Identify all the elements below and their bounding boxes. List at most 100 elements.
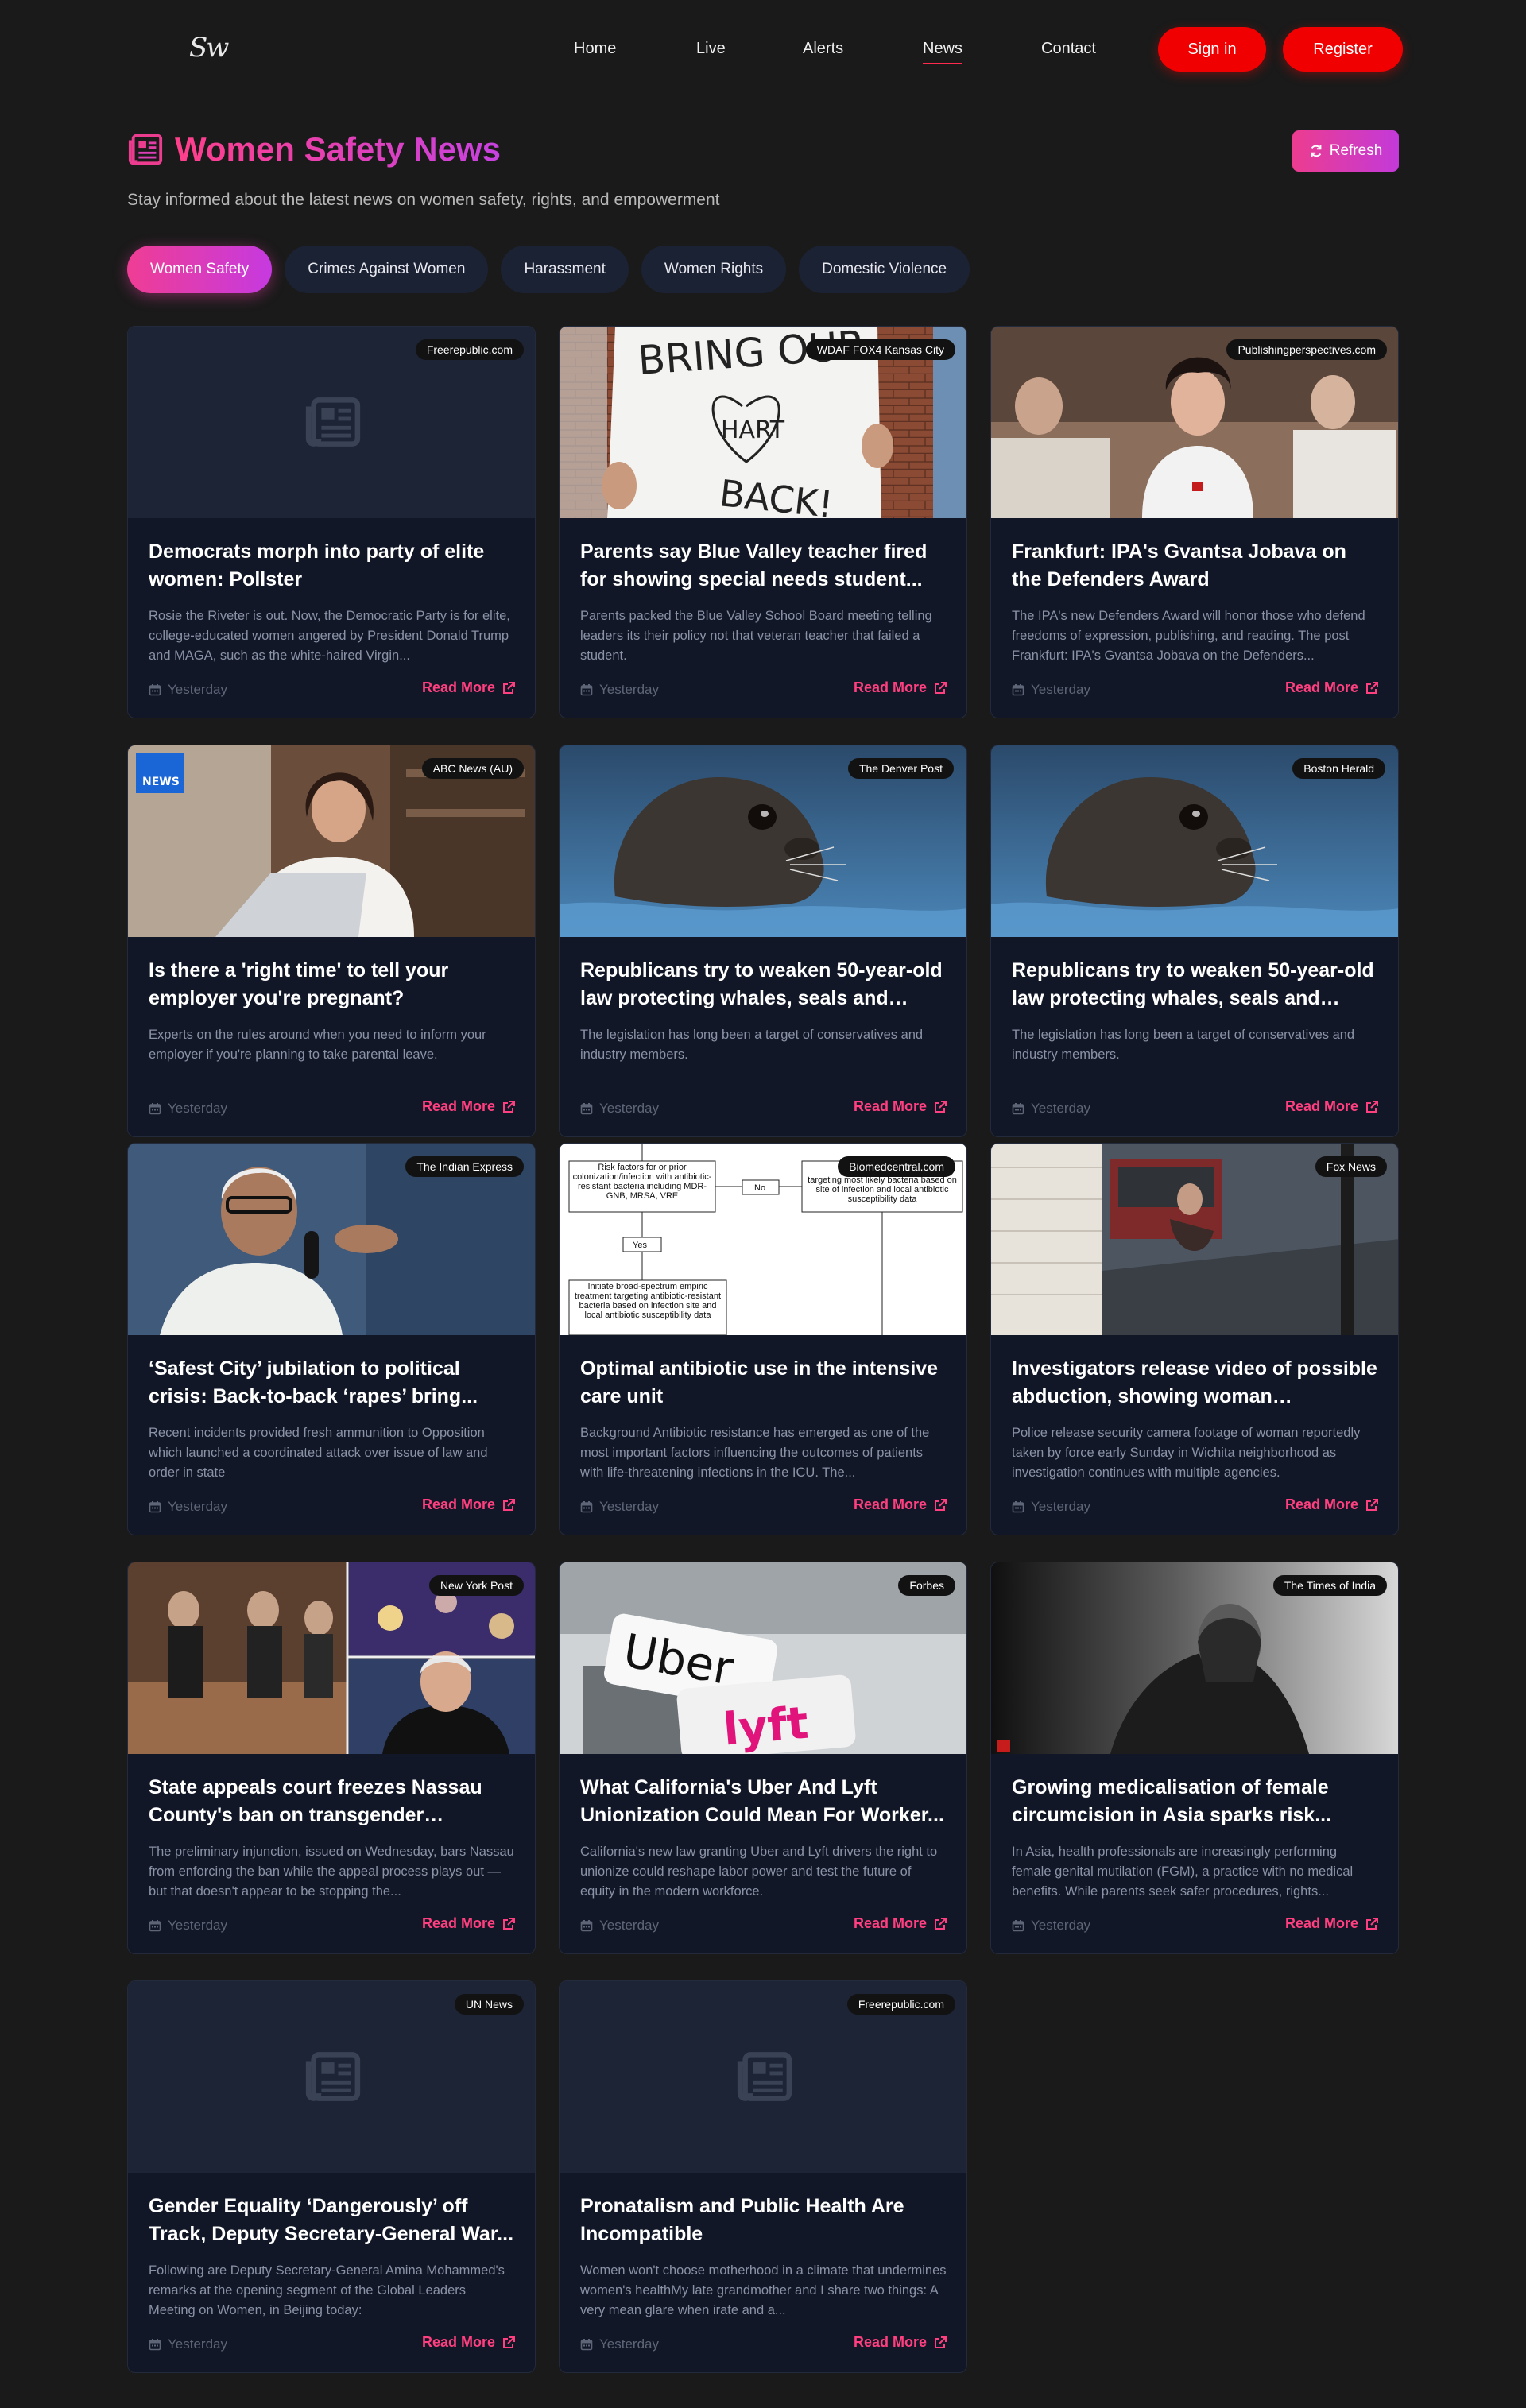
news-date-text: Yesterday <box>1031 1101 1090 1116</box>
read-more-link[interactable]: Read More <box>422 2334 516 2351</box>
read-more-link[interactable]: Read More <box>854 1915 947 1932</box>
tab-women-rights[interactable]: Women Rights <box>641 246 787 293</box>
read-more-label: Read More <box>1284 679 1358 695</box>
external-link-icon <box>933 1100 947 1114</box>
tab-domestic-violence[interactable]: Domestic Violence <box>799 246 970 293</box>
news-card[interactable]: Boston Herald Republicans try to weaken … <box>990 745 1399 1137</box>
flow-box-3: Initiate broad-spectrum empiric treatmen… <box>574 1282 722 1320</box>
read-more-label: Read More <box>853 1098 927 1114</box>
news-image: NEWS ABC News (AU) <box>128 745 535 937</box>
flow-box-2: targeting most likely bacteria based on … <box>808 1175 957 1204</box>
read-more-link[interactable]: Read More <box>854 1098 947 1115</box>
news-title[interactable]: ‘Safest City’ jubilation to political cr… <box>149 1355 516 1411</box>
nav-home[interactable]: Home <box>574 40 616 58</box>
news-date: Yesterday <box>580 682 659 698</box>
external-link-icon <box>1365 1917 1379 1931</box>
news-card[interactable]: The Times of India Growing medicalisatio… <box>990 1562 1399 1954</box>
news-card[interactable]: Publishingperspectives.com Frankfurt: IP… <box>990 326 1399 718</box>
calendar-icon <box>149 1102 161 1115</box>
external-link-icon <box>933 1917 947 1931</box>
tab-harassment[interactable]: Harassment <box>501 246 629 293</box>
read-more-label: Read More <box>853 2334 927 2350</box>
page-title: Women Safety News <box>127 130 501 168</box>
sign-in-button[interactable]: Sign in <box>1158 27 1266 72</box>
newspaper-icon <box>128 134 163 165</box>
read-more-link[interactable]: Read More <box>854 1496 947 1513</box>
news-title[interactable]: What California's Uber And Lyft Unioniza… <box>580 1774 947 1829</box>
news-title[interactable]: Frankfurt: IPA's Gvantsa Jobava on the D… <box>1012 538 1379 594</box>
source-badge: New York Post <box>428 1575 524 1596</box>
news-title[interactable]: Gender Equality ‘Dangerously’ off Track,… <box>149 2193 516 2248</box>
news-title[interactable]: Parents say Blue Valley teacher fired fo… <box>580 538 947 594</box>
register-button[interactable]: Register <box>1283 27 1403 72</box>
read-more-label: Read More <box>421 2334 495 2350</box>
tab-women-safety[interactable]: Women Safety <box>127 246 273 293</box>
news-date-text: Yesterday <box>1031 1918 1090 1933</box>
news-card[interactable]: NEWS ABC News (AU) Is there a 'right tim… <box>127 745 536 1137</box>
news-card[interactable]: New York Post State appeals court freeze… <box>127 1562 536 1954</box>
news-title[interactable]: Optimal antibiotic use in the intensive … <box>580 1355 947 1411</box>
news-card[interactable]: Risk factors for or prior colonization/i… <box>559 1143 967 1535</box>
read-more-label: Read More <box>421 1496 495 1512</box>
read-more-link[interactable]: Read More <box>1285 679 1379 696</box>
news-title[interactable]: Investigators release video of possible … <box>1012 1355 1379 1411</box>
nav-news[interactable]: News <box>923 40 963 64</box>
news-card[interactable]: Freerepublic.com Democrats morph into pa… <box>127 326 536 718</box>
read-more-link[interactable]: Read More <box>1285 1915 1379 1932</box>
read-more-link[interactable]: Read More <box>422 1496 516 1513</box>
source-badge: UN News <box>454 1994 524 2015</box>
read-more-link[interactable]: Read More <box>422 679 516 696</box>
abc-logo-text: NEWS <box>142 776 180 788</box>
news-card[interactable]: Freerepublic.com Pronatalism and Public … <box>559 1980 967 2373</box>
top-nav: Sw Home Live Alerts News Contact Sign in… <box>0 0 1526 99</box>
news-card[interactable]: The Indian Express ‘Safest City’ jubilat… <box>127 1143 536 1535</box>
news-date-text: Yesterday <box>599 1499 659 1514</box>
read-more-link[interactable]: Read More <box>422 1098 516 1115</box>
news-card[interactable]: BRING OUR HART BACK! WDAF FOX4 Kansas Ci… <box>559 326 967 718</box>
news-date-text: Yesterday <box>599 1101 659 1116</box>
read-more-link[interactable]: Read More <box>422 1915 516 1932</box>
news-title[interactable]: Republicans try to weaken 50-year-old la… <box>580 957 947 1012</box>
news-title[interactable]: Democrats morph into party of elite wome… <box>149 538 516 594</box>
read-more-link[interactable]: Read More <box>1285 1496 1379 1513</box>
external-link-icon <box>933 681 947 695</box>
news-title[interactable]: Growing medicalisation of female circumc… <box>1012 1774 1379 1829</box>
news-date: Yesterday <box>149 1499 227 1515</box>
news-title[interactable]: Is there a 'right time' to tell your emp… <box>149 957 516 1012</box>
flow-no-label: No <box>754 1183 765 1193</box>
news-date-text: Yesterday <box>599 682 659 697</box>
news-date: Yesterday <box>149 682 227 698</box>
news-description: The IPA's new Defenders Award will honor… <box>1012 609 1365 663</box>
newspaper-icon <box>305 397 361 447</box>
news-title[interactable]: Republicans try to weaken 50-year-old la… <box>1012 957 1379 1012</box>
news-image-placeholder: UN News <box>128 1981 535 2173</box>
external-link-icon <box>502 1917 516 1931</box>
nav-live[interactable]: Live <box>696 40 726 58</box>
news-card[interactable]: Uber lyft Forbes What California's Uber … <box>559 1562 967 1954</box>
nav-contact[interactable]: Contact <box>1041 40 1096 58</box>
external-link-icon <box>933 2336 947 2350</box>
read-more-link[interactable]: Read More <box>1285 1098 1379 1115</box>
read-more-label: Read More <box>1284 1098 1358 1114</box>
read-more-link[interactable]: Read More <box>854 2334 947 2351</box>
news-card[interactable]: UN News Gender Equality ‘Dangerously’ of… <box>127 1980 536 2373</box>
news-image: Fox News <box>991 1144 1398 1335</box>
tab-crimes-against-women[interactable]: Crimes Against Women <box>285 246 489 293</box>
read-more-link[interactable]: Read More <box>854 679 947 696</box>
flow-box-1: Risk factors for or prior colonization/i… <box>572 1163 712 1201</box>
source-badge: Fox News <box>1315 1156 1387 1177</box>
news-date: Yesterday <box>149 1918 227 1934</box>
news-description: Parents packed the Blue Valley School Bo… <box>580 609 932 663</box>
nav-alerts[interactable]: Alerts <box>803 40 843 58</box>
news-date-text: Yesterday <box>168 1918 227 1933</box>
refresh-button[interactable]: Refresh <box>1292 130 1399 172</box>
page-title-text: Women Safety News <box>175 130 502 168</box>
calendar-icon <box>149 1919 161 1932</box>
external-link-icon <box>502 1498 516 1512</box>
site-logo[interactable]: Sw <box>189 32 229 64</box>
news-title[interactable]: Pronatalism and Public Health Are Incomp… <box>580 2193 947 2248</box>
news-card[interactable]: The Denver Post Republicans try to weake… <box>559 745 967 1137</box>
news-title[interactable]: State appeals court freezes Nassau Count… <box>149 1774 516 1829</box>
news-date: Yesterday <box>1012 682 1090 698</box>
news-card[interactable]: Fox News Investigators release video of … <box>990 1143 1399 1535</box>
